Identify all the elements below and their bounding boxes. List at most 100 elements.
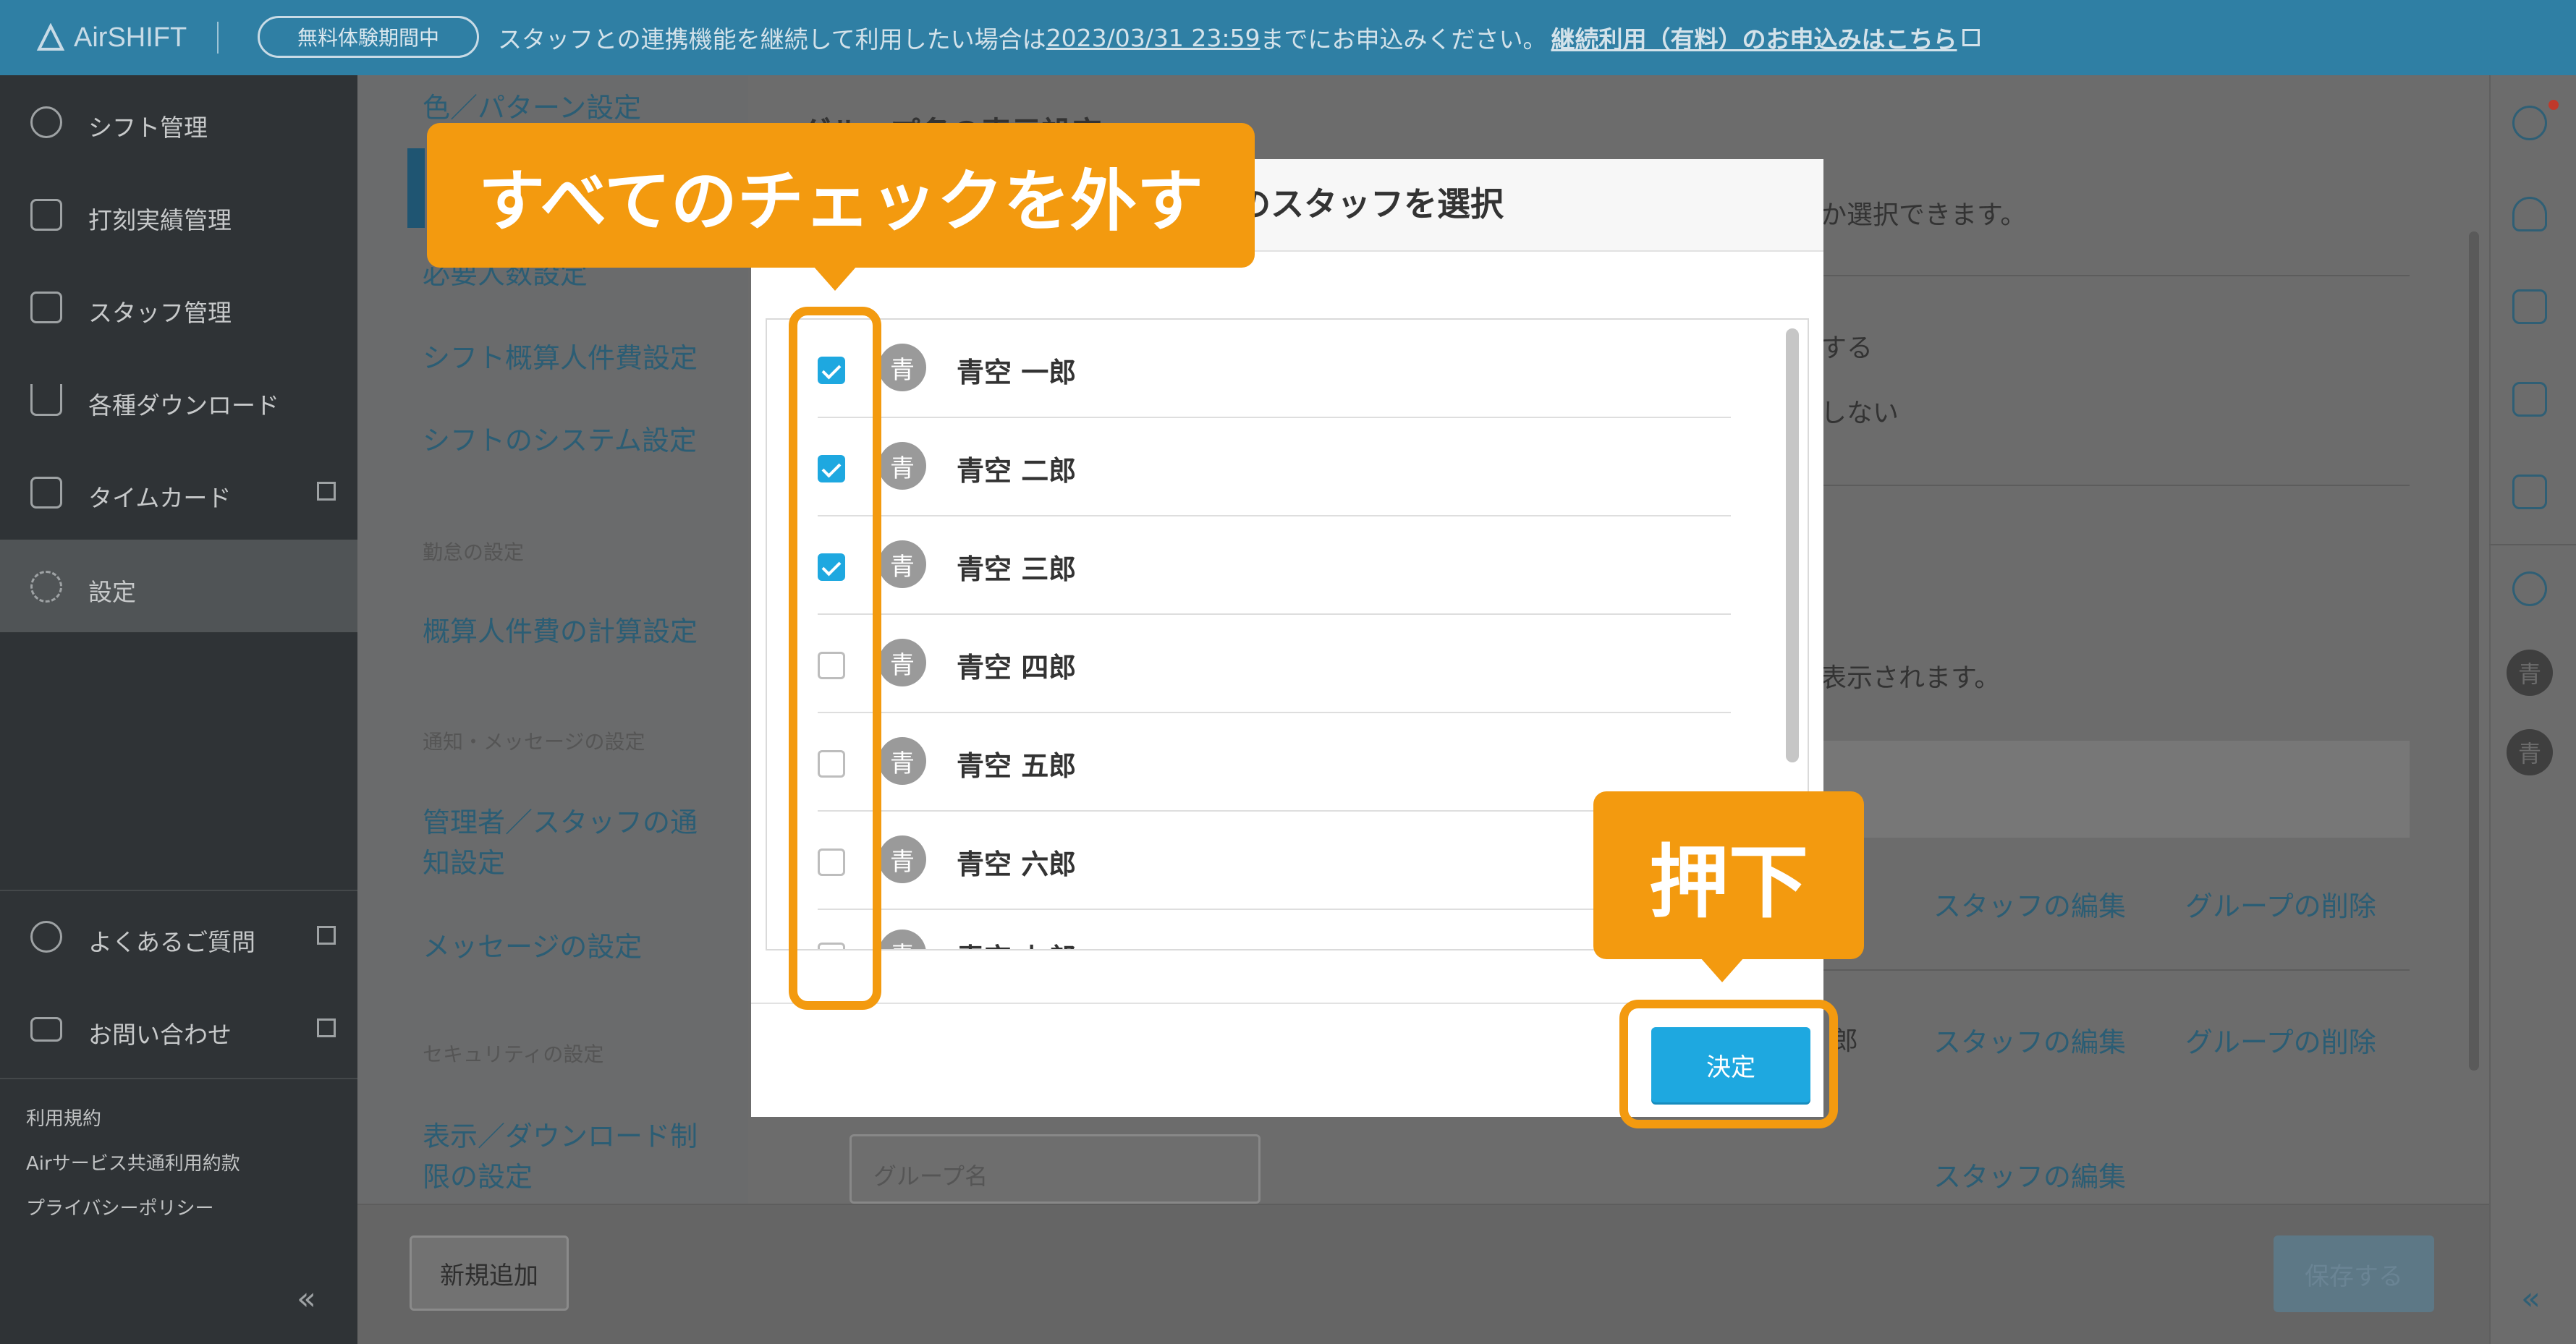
avatar[interactable]: 青 — [2507, 729, 2553, 775]
staff-name: 青空 二郎 — [957, 455, 1077, 487]
trial-badge: 無料体験期間中 — [258, 16, 479, 58]
delete-group-link[interactable]: グループの削除 — [2185, 1020, 2376, 1060]
settings-nav-shift-cost[interactable]: シフト概算人件費設定 — [423, 336, 698, 375]
avatar: 青 — [878, 442, 926, 490]
edit-staff-link[interactable]: スタッフの編集 — [1933, 884, 2126, 924]
external-link-icon — [317, 482, 336, 501]
mail-icon — [30, 1017, 62, 1042]
avatar: 青 — [878, 737, 926, 785]
staff-icon — [30, 292, 62, 323]
option-show-label[interactable]: する — [1821, 327, 1873, 365]
sidebar-item-contact[interactable]: お問い合わせ — [0, 982, 357, 1075]
delete-group-link[interactable]: グループの削除 — [2185, 884, 2376, 924]
settings-nav-message[interactable]: メッセージの設定 — [423, 924, 642, 964]
sidebar-item-faq[interactable]: よくあるご質問 — [0, 890, 357, 982]
right-rail — [2489, 75, 2576, 1344]
question-icon — [30, 921, 62, 953]
timecard-icon — [30, 477, 62, 509]
settings-nav-active-marker — [407, 148, 425, 228]
logo-divider — [217, 22, 219, 54]
option-hide-label[interactable]: しない — [1821, 392, 1899, 430]
list-item[interactable] — [818, 320, 1731, 418]
document-approve-icon[interactable] — [2512, 475, 2547, 509]
settings-nav-heading-attendance: 勤怠の設定 — [423, 540, 525, 564]
trial-notice-pre: スタッフとの連携機能を継続して利用したい場合は — [498, 25, 1046, 54]
press-callout: 押下 — [1593, 791, 1864, 959]
settings-nav-heading-security: セキュリティの設定 — [423, 1042, 604, 1066]
uncheck-all-callout: すべてのチェックを外す — [427, 123, 1255, 268]
settings-nav-restrict[interactable]: 表示／ダウンロード制 — [423, 1114, 698, 1154]
settings-nav-shift-system[interactable]: シフトのシステム設定 — [423, 418, 697, 458]
settings-nav-restrict-line2[interactable]: 限の設定 — [423, 1154, 533, 1194]
list-item[interactable] — [818, 516, 1731, 615]
sidebar-item-shift[interactable]: シフト管理 — [0, 75, 357, 168]
staff-name: 青空 四郎 — [957, 652, 1077, 684]
timestamp-icon — [30, 199, 62, 231]
rail-divider — [2489, 544, 2576, 545]
sidebar-item-label: 設定 — [88, 578, 136, 606]
group-name-input[interactable]: グループ名 — [850, 1134, 1261, 1204]
table-header — [1809, 741, 2410, 838]
sidebar-item-timecard[interactable]: タイムカード — [0, 446, 357, 538]
document-check-icon[interactable] — [2512, 289, 2547, 324]
staff-list-scrollbar[interactable] — [1786, 328, 1799, 762]
display-description: 表示されます。 — [1821, 663, 2001, 693]
sidebar-item-download[interactable]: 各種ダウンロード — [0, 353, 357, 446]
sidebar-item-staff[interactable]: スタッフ管理 — [0, 260, 357, 353]
trial-notice: スタッフとの連携機能を継続して利用したい場合は 2023/03/31 23:59… — [498, 19, 1980, 56]
settings-nav-notify-line2[interactable]: 知設定 — [423, 841, 505, 880]
avatar: 青 — [878, 835, 926, 883]
trial-deadline: 2023/03/31 23:59 — [1046, 23, 1261, 52]
sidebar-item-settings[interactable]: 設定 — [0, 540, 357, 632]
trial-notice-post: までにお申込みください。 — [1260, 25, 1547, 54]
sidebar-item-label: スタッフ管理 — [88, 299, 232, 327]
external-link-icon — [1962, 29, 1980, 46]
chat-icon[interactable] — [2512, 571, 2547, 606]
callout-pointer — [1700, 958, 1744, 982]
avatar: 青 — [878, 540, 926, 588]
sidebar-collapse-button[interactable]: « — [297, 1280, 316, 1317]
staff-name: 青空 七郎 — [957, 936, 1076, 949]
settings-nav-color-pattern[interactable]: 色／パターン設定 — [423, 85, 641, 125]
sidebar-item-label: タイムカード — [88, 484, 232, 512]
terms-link[interactable]: 利用規約 — [26, 1104, 101, 1131]
avatar: 青 — [878, 344, 926, 391]
sidebar-item-label: よくあるご質問 — [88, 928, 255, 956]
list-item[interactable] — [818, 615, 1731, 713]
list-item[interactable] — [818, 418, 1731, 516]
staff-name: 青空 六郎 — [957, 848, 1077, 880]
sidebar-item-label: お問い合わせ — [88, 1021, 232, 1049]
sidebar-item-label: 各種ダウンロード — [88, 391, 279, 420]
save-button[interactable]: 保存する — [2274, 1235, 2434, 1312]
sidebar-item-label: 打刻実績管理 — [88, 206, 232, 234]
avatar[interactable]: 青 — [2507, 650, 2553, 696]
download-icon — [30, 384, 62, 416]
edit-staff-link[interactable]: スタッフの編集 — [1933, 1154, 2126, 1194]
common-terms-link[interactable]: Airサービス共通利用約款 — [26, 1149, 240, 1175]
main-scrollbar[interactable] — [2469, 231, 2479, 1071]
settings-nav-cost-calc[interactable]: 概算人件費の計算設定 — [423, 609, 698, 649]
add-user-icon[interactable] — [2512, 197, 2547, 231]
info-icon[interactable] — [2512, 106, 2547, 140]
external-link-icon — [317, 926, 336, 945]
divider — [1809, 275, 2410, 276]
add-new-button[interactable]: 新規追加 — [410, 1235, 569, 1311]
document-time-icon[interactable] — [2512, 382, 2547, 417]
logo-text: AirSHIFT — [74, 22, 187, 53]
callout-pointer — [813, 266, 857, 291]
right-rail-collapse-button[interactable]: « — [2521, 1280, 2541, 1317]
logo-icon — [36, 23, 65, 51]
settings-nav-notify[interactable]: 管理者／スタッフの通 — [423, 800, 698, 840]
list-item[interactable] — [818, 713, 1731, 812]
edit-staff-link[interactable]: スタッフの編集 — [1933, 1020, 2126, 1060]
gear-icon — [30, 571, 62, 603]
airshift-logo[interactable]: AirSHIFT — [36, 19, 187, 56]
avatar: 青 — [878, 930, 926, 949]
sidebar-item-timestamp[interactable]: 打刻実績管理 — [0, 168, 357, 260]
confirm-button-highlight — [1619, 1000, 1838, 1128]
sidebar-item-label: シフト管理 — [88, 114, 208, 142]
staff-name: 青空 三郎 — [957, 553, 1077, 585]
privacy-policy-link[interactable]: プライバシーポリシー — [26, 1194, 213, 1220]
continue-signup-link[interactable]: 継続利用（有料）のお申込みはこちら — [1551, 20, 1957, 55]
settings-nav-heading-notify: 通知・メッセージの設定 — [423, 730, 645, 754]
